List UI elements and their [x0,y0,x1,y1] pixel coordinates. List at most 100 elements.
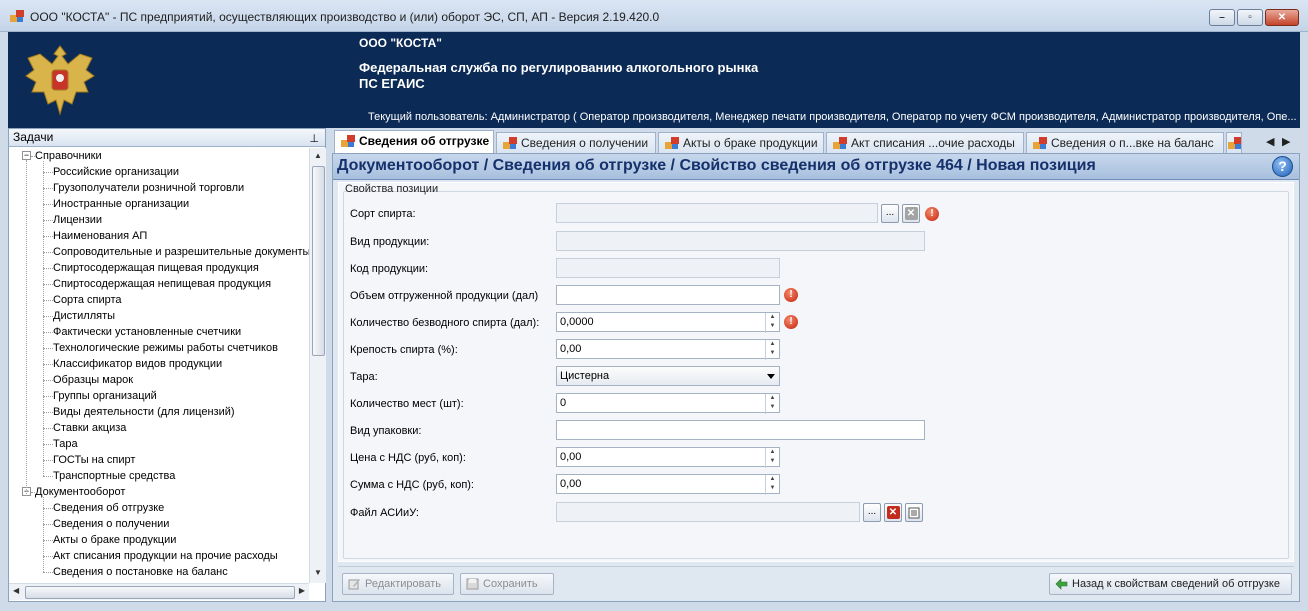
pin-icon[interactable]: ⊥ [309,131,319,148]
tree-horizontal-scrollbar[interactable]: ◀ ▶ [9,583,309,600]
asiiu-clear-button[interactable]: ✕ [884,503,902,522]
tree-item[interactable]: Виды деятельности (для лицензий) [53,404,235,420]
spin-buttons[interactable]: ▲ ▼ [765,475,779,495]
tab-receipt[interactable]: Сведения о получении [496,132,656,154]
asiiu-view-button[interactable] [905,503,923,522]
spin-up-icon[interactable]: ▲ [766,475,779,484]
tree-item[interactable]: Классификатор видов продукции [53,356,222,372]
tree-item[interactable]: Наименования АП [53,228,147,244]
maximize-button[interactable]: ▫ [1237,9,1263,26]
tree-item[interactable]: Сведения о постановке на баланс [53,564,228,580]
tree-item[interactable]: Сорта спирта [53,292,122,308]
scroll-thumb[interactable] [312,166,325,356]
tree-vertical-scrollbar[interactable]: ▲ ▼ [309,148,326,583]
tree-group[interactable]: Документооборот [35,484,125,500]
tab-writeoff[interactable]: Акт списания ...очие расходы [826,132,1024,154]
spirit-grade-field[interactable] [556,203,878,223]
close-button[interactable]: ✕ [1265,9,1299,26]
spin-down-icon[interactable]: ▼ [766,349,779,358]
tree-item[interactable]: Группы организаций [53,388,157,404]
price-input[interactable]: 0,00 ▲ ▼ [556,447,780,468]
tree-item[interactable]: Сведения об отгрузке [53,500,164,516]
tree-item[interactable]: Акты о браке продукции [53,532,176,548]
tare-value: Цистерна [560,370,610,382]
help-icon[interactable]: ? [1272,156,1293,177]
anhydrous-qty-input[interactable]: 0,0000 ▲ ▼ [556,312,780,333]
tasks-panel: Задачи ⊥ − Справочники Российские организа… [8,128,326,602]
tree-item[interactable]: Ставки акциза [53,420,126,436]
tree-item[interactable]: Сведения о получении [53,516,169,532]
tree-connector [43,236,53,237]
hscroll-thumb[interactable] [25,586,295,599]
tree-connector [43,476,53,477]
spin-down-icon[interactable]: ▼ [766,457,779,466]
tree-item[interactable]: Дистилляты [53,308,115,324]
spin-up-icon[interactable]: ▲ [766,394,779,403]
spin-down-icon[interactable]: ▼ [766,484,779,493]
tree-item[interactable]: Фактически установленные счетчики [53,324,241,340]
edit-button[interactable]: Редактировать [342,573,454,595]
tab-next-icon[interactable]: ▶ [1282,135,1290,148]
tree-item[interactable]: Образцы марок [53,372,133,388]
spirit-grade-browse-button[interactable]: ... [881,204,899,223]
spirit-grade-clear-button[interactable]: ✕ [902,204,920,223]
spirit-grade-label: Сорт спирта: [350,208,416,220]
title-bar: ООО "КОСТА" - ПС предприятий, осуществля… [0,0,1308,32]
tree-connector [43,556,53,557]
spin-down-icon[interactable]: ▼ [766,322,779,331]
asiiu-file-field[interactable] [556,502,860,522]
product-kind-field [556,231,925,251]
position-properties: Свойства позиции Сорт спирта: ... ✕ ! Ви… [338,182,1294,562]
spin-buttons[interactable]: ▲ ▼ [765,448,779,468]
spin-down-icon[interactable]: ▼ [766,403,779,412]
tare-select[interactable]: Цистерна [556,366,780,386]
tab-prev-icon[interactable]: ◀ [1266,135,1274,148]
tree-item[interactable]: Акт списания продукции на прочие расходы [53,548,278,564]
tree-item[interactable]: Сопроводительные и разрешительные докуме… [53,244,309,260]
strength-input[interactable]: 0,00 ▲ ▼ [556,339,780,360]
spin-buttons[interactable]: ▲ ▼ [765,313,779,333]
save-button[interactable]: Сохранить [460,573,554,595]
tree-item[interactable]: Тара [53,436,78,452]
tree-item[interactable]: Грузополучатели розничной торговли [53,180,244,196]
sum-input[interactable]: 0,00 ▲ ▼ [556,474,780,495]
minimize-button[interactable]: – [1209,9,1235,26]
collapse-icon[interactable]: − [22,151,31,160]
asiiu-browse-button[interactable]: ... [863,503,881,522]
tree-group[interactable]: Справочники [35,148,102,164]
tree-item[interactable]: Российские организации [53,164,179,180]
tree-item[interactable]: Технологические режимы работы счетчиков [53,340,278,356]
scroll-left-icon[interactable]: ◀ [13,586,19,595]
shipped-volume-input[interactable] [556,285,780,305]
spin-up-icon[interactable]: ▲ [766,340,779,349]
tree-connector [43,540,53,541]
edit-button-label: Редактировать [365,578,441,590]
minimize-icon: – [1219,12,1225,23]
tree-connector [43,572,53,573]
strength-label: Крепость спирта (%): [350,344,458,356]
spin-up-icon[interactable]: ▲ [766,313,779,322]
tab-shipment[interactable]: Сведения об отгрузке [334,130,494,154]
tree-item[interactable]: Спиртосодержащая пищевая продукция [53,260,259,276]
tree-item[interactable]: Лицензии [53,212,102,228]
spin-up-icon[interactable]: ▲ [766,448,779,457]
tree-item[interactable]: ГОСТы на спирт [53,452,135,468]
tab-defect-acts[interactable]: Акты о браке продукции [658,132,824,154]
tree-connector [43,444,53,445]
org-name: ООО "КОСТА" [359,36,442,50]
spin-buttons[interactable]: ▲ ▼ [765,340,779,360]
tab-more[interactable] [1226,132,1242,154]
anhydrous-qty-label: Количество безводного спирта (дал): [350,317,540,329]
places-count-input[interactable]: 0 ▲ ▼ [556,393,780,414]
package-kind-input[interactable] [556,420,925,440]
spin-buttons[interactable]: ▲ ▼ [765,394,779,414]
tab-balance[interactable]: Сведения о п...вке на баланс [1026,132,1224,154]
scroll-down-icon[interactable]: ▼ [312,568,324,580]
tree-item[interactable]: Спиртосодержащая непищевая продукция [53,276,271,292]
back-button[interactable]: Назад к свойствам сведений об отгрузке [1049,573,1292,595]
tree-item[interactable]: Иностранные организации [53,196,189,212]
package-kind-label: Вид упаковки: [350,425,422,437]
scroll-right-icon[interactable]: ▶ [299,586,305,595]
tree-item[interactable]: Транспортные средства [53,468,175,484]
scroll-up-icon[interactable]: ▲ [312,151,324,163]
